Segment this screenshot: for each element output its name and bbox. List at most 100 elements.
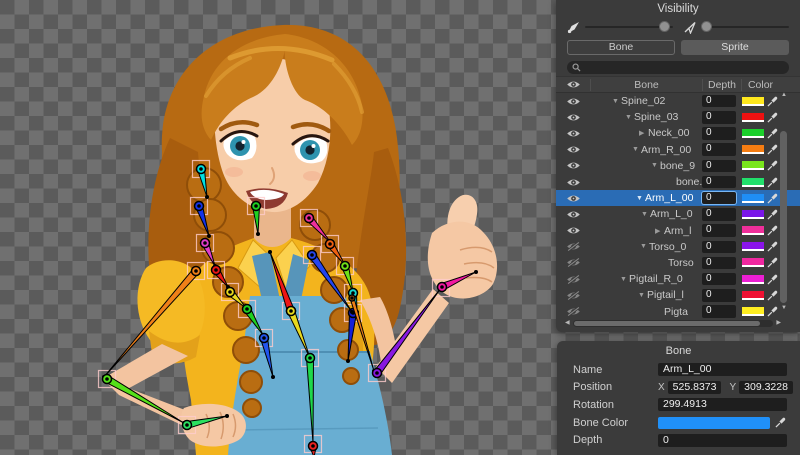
bone-column-header[interactable]: Bone: [590, 79, 702, 91]
visibility-toggle[interactable]: [556, 258, 590, 267]
bone-name-cell[interactable]: ▶ Neck_00: [590, 127, 702, 139]
slider-track[interactable]: [701, 26, 789, 28]
eyedropper-icon[interactable]: [767, 144, 778, 155]
table-row[interactable]: ▼ bone_9 0: [556, 158, 800, 174]
depth-input[interactable]: 0: [658, 434, 787, 447]
tab-sprite[interactable]: Sprite: [681, 40, 789, 55]
visibility-toggle[interactable]: [556, 194, 590, 203]
table-row[interactable]: ▼ Spine_03 0: [556, 109, 800, 125]
visibility-toggle[interactable]: [556, 113, 590, 122]
table-row[interactable]: ▼ Arm_L_0 0: [556, 206, 800, 222]
table-row[interactable]: ▶ Arm_l 0: [556, 223, 800, 239]
color-column-header[interactable]: Color: [741, 79, 779, 91]
horizontal-scrollbar[interactable]: ◀ ▶: [565, 318, 781, 328]
depth-column-header[interactable]: Depth: [702, 79, 741, 91]
eyedropper-icon[interactable]: [767, 177, 778, 188]
search-input[interactable]: [567, 61, 789, 74]
position-y-input[interactable]: 309.3228: [739, 381, 793, 394]
tab-bone[interactable]: Bone: [567, 40, 675, 55]
foldout-triangle-icon[interactable]: ▼: [651, 162, 660, 169]
horizontal-scroll-track[interactable]: [573, 320, 774, 327]
slider-knob[interactable]: [701, 21, 712, 32]
visibility-toggle[interactable]: [556, 178, 590, 187]
foldout-triangle-icon[interactable]: ▼: [620, 276, 629, 283]
depth-input[interactable]: 0: [702, 289, 736, 302]
visibility-toggle[interactable]: [556, 226, 590, 235]
color-swatch[interactable]: [742, 275, 764, 284]
depth-input[interactable]: 0: [702, 208, 736, 221]
depth-input[interactable]: 0: [702, 176, 736, 189]
foldout-triangle-icon[interactable]: ▼: [640, 243, 649, 250]
position-x-input[interactable]: 525.8373: [668, 381, 722, 394]
eyedropper-icon[interactable]: [767, 225, 778, 236]
color-swatch[interactable]: [742, 242, 764, 251]
color-swatch[interactable]: [742, 210, 764, 219]
depth-input[interactable]: 0: [702, 192, 736, 205]
vertical-scrollbar[interactable]: ▲ ▼: [779, 91, 789, 312]
depth-input[interactable]: 0: [702, 305, 736, 318]
bone-name-cell[interactable]: ▼ Torso_0: [590, 241, 702, 253]
table-row[interactable]: bone. 0: [556, 174, 800, 190]
depth-input[interactable]: 0: [702, 127, 736, 140]
visibility-toggle[interactable]: [556, 275, 590, 284]
color-swatch[interactable]: [742, 226, 764, 235]
foldout-triangle-icon[interactable]: ▶: [639, 129, 648, 137]
slider-knob[interactable]: [659, 21, 670, 32]
bone-name-cell[interactable]: bone.: [590, 176, 702, 188]
color-swatch[interactable]: [742, 307, 764, 316]
eyedropper-icon[interactable]: [767, 241, 778, 252]
bone-name-cell[interactable]: ▼ Pigtail_R_0: [590, 273, 702, 285]
color-swatch[interactable]: [742, 161, 764, 170]
name-input[interactable]: Arm_L_00: [658, 363, 787, 376]
depth-input[interactable]: 0: [702, 273, 736, 286]
color-swatch[interactable]: [742, 129, 764, 138]
color-swatch[interactable]: [742, 194, 764, 203]
depth-input[interactable]: 0: [702, 160, 736, 173]
eyedropper-icon[interactable]: [767, 193, 778, 204]
bone-name-cell[interactable]: ▼ Arm_R_00: [590, 144, 702, 156]
foldout-triangle-icon[interactable]: ▼: [625, 114, 634, 121]
bone-name-cell[interactable]: Torso: [590, 257, 702, 269]
scroll-down-arrow[interactable]: ▼: [781, 304, 787, 312]
eyedropper-icon[interactable]: [767, 290, 778, 301]
scroll-right-arrow[interactable]: ▶: [776, 319, 781, 327]
visibility-toggle[interactable]: [556, 97, 590, 106]
depth-input[interactable]: 0: [702, 257, 736, 270]
color-swatch[interactable]: [742, 178, 764, 187]
bone-name-cell[interactable]: ▼ Pigtail_l: [590, 289, 702, 301]
foldout-triangle-icon[interactable]: ▶: [655, 227, 664, 235]
bone-name-cell[interactable]: ▶ Arm_l: [590, 225, 702, 237]
visibility-toggle[interactable]: [556, 307, 590, 316]
foldout-triangle-icon[interactable]: ▼: [641, 211, 650, 218]
rotation-input[interactable]: 299.4913: [658, 398, 787, 411]
eyedropper-icon[interactable]: [767, 160, 778, 171]
foldout-triangle-icon[interactable]: ▼: [638, 292, 647, 299]
color-swatch[interactable]: [742, 113, 764, 122]
scroll-left-arrow[interactable]: ◀: [565, 319, 570, 327]
eyedropper-icon[interactable]: [767, 96, 778, 107]
bone-name-cell[interactable]: ▼ Arm_L_00: [590, 192, 702, 204]
table-row[interactable]: ▼ Arm_L_00 0: [556, 190, 800, 206]
visibility-toggle[interactable]: [556, 291, 590, 300]
visibility-toggle[interactable]: [556, 145, 590, 154]
foldout-triangle-icon[interactable]: ▼: [632, 146, 641, 153]
eyedropper-icon[interactable]: [767, 209, 778, 220]
horizontal-scroll-thumb[interactable]: [574, 321, 761, 326]
table-row[interactable]: ▼ Arm_R_00 0: [556, 142, 800, 158]
eyedropper-icon[interactable]: [775, 417, 786, 428]
visibility-toggle[interactable]: [556, 161, 590, 170]
vertical-scroll-thumb[interactable]: [780, 131, 787, 303]
table-row[interactable]: ▼ Pigtail_l 0: [556, 287, 800, 303]
table-row[interactable]: ▼ Pigtail_R_0 0: [556, 271, 800, 287]
bone-opacity-slider[interactable]: [567, 21, 673, 34]
scroll-up-arrow[interactable]: ▲: [781, 91, 787, 99]
table-row[interactable]: ▶ Neck_00 0: [556, 125, 800, 141]
visibility-toggle[interactable]: [556, 242, 590, 251]
bone-name-cell[interactable]: ▼ Spine_02: [590, 95, 702, 107]
depth-input[interactable]: 0: [702, 224, 736, 237]
bone-name-cell[interactable]: ▼ Arm_L_0: [590, 208, 702, 220]
eyedropper-icon[interactable]: [767, 274, 778, 285]
color-swatch[interactable]: [742, 97, 764, 106]
depth-input[interactable]: 0: [702, 143, 736, 156]
sprite-opacity-slider[interactable]: [683, 21, 789, 34]
